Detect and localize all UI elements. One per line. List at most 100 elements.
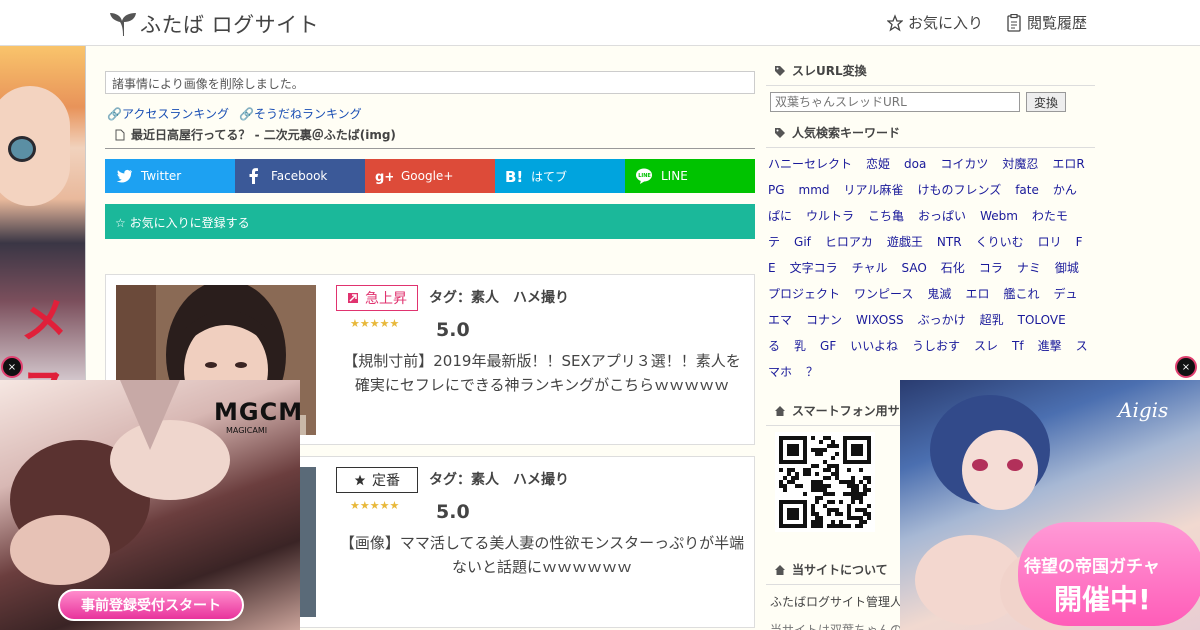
keyword-link[interactable]: ロリ	[1038, 235, 1062, 249]
ranking-links: 🔗アクセスランキング 🔗そうだねランキング	[107, 105, 362, 122]
keyword-link[interactable]: 進撃	[1038, 339, 1062, 353]
right-overlay-ad[interactable]: Aigis 待望の帝国ガチャ 開催中!	[900, 380, 1200, 630]
history-icon	[1007, 13, 1021, 32]
svg-text:LINE: LINE	[638, 173, 651, 179]
smartphone-heading: スマートフォン用サ	[766, 396, 916, 426]
keyword-link[interactable]: SAO	[902, 261, 927, 275]
site-name: ふたば ログサイト	[140, 13, 320, 37]
keyword-link[interactable]: ハニーセレクト	[768, 157, 852, 171]
favorites-label: お気に入り	[908, 14, 984, 32]
sprout-icon	[110, 13, 136, 36]
article-tags[interactable]: タグ：素人 ハメ撮り	[429, 469, 569, 489]
keyword-link[interactable]: けものフレンズ	[917, 183, 1001, 197]
document-icon	[115, 129, 125, 140]
keyword-link[interactable]: 艦これ	[1003, 287, 1039, 301]
home-icon	[775, 405, 785, 416]
keyword-cloud: ハニーセレクト 恋姫 doa コイカツ 対魔忍 エロRPG mmd リアル麻雀 けものフレンズ f…	[768, 151, 1088, 385]
keyword-link[interactable]: リアル麻雀	[844, 183, 904, 197]
keyword-link[interactable]: コイカツ	[940, 157, 988, 171]
svg-text:g+: g+	[375, 170, 393, 185]
url-convert-heading: スレURL変換	[766, 56, 1095, 86]
home-icon	[775, 564, 785, 575]
keyword-link[interactable]: Tf	[1012, 339, 1024, 353]
thread-url-input[interactable]	[770, 92, 1020, 112]
keyword-link[interactable]: コラ	[979, 261, 1003, 275]
about-heading: 当サイトについて	[766, 555, 906, 585]
source-thread-line[interactable]: 最近日高屋行ってる？ - 二次元裏＠ふたば(img)	[115, 126, 396, 143]
keyword-link[interactable]: ぶっかけ	[918, 313, 966, 327]
keyword-link[interactable]: エロ	[965, 287, 989, 301]
keyword-link[interactable]: GF	[820, 339, 836, 353]
keyword-link[interactable]: コナン	[806, 313, 842, 327]
share-google-plus-button[interactable]: g+ Google+	[365, 159, 495, 193]
keyword-link[interactable]: 乳	[794, 339, 806, 353]
keyword-link[interactable]: 文字コラ	[790, 261, 838, 275]
ad-promo-line-1: 待望の帝国ガチャ	[1024, 557, 1160, 577]
qr-code	[775, 432, 875, 532]
about-text: ふたばログサイト管理人	[770, 595, 903, 609]
history-label: 閲覧履歴	[1027, 14, 1088, 32]
ad-character-eye	[8, 136, 36, 162]
site-logo[interactable]: ふたば ログサイト	[108, 9, 319, 39]
hatena-icon: B!	[505, 168, 523, 185]
keyword-link[interactable]: ヒロアカ	[825, 235, 873, 249]
share-twitter-button[interactable]: Twitter	[105, 159, 235, 193]
keyword-link[interactable]: doa	[904, 157, 926, 171]
keyword-link[interactable]: 対魔忍	[1002, 157, 1038, 171]
source-thread-title: 最近日高屋行ってる？ - 二次元裏＠ふたば(img)	[131, 128, 396, 142]
keyword-link[interactable]: 遊戯王	[887, 235, 923, 249]
keyword-link[interactable]: ワンピース	[854, 287, 913, 301]
keyword-link[interactable]: 石化	[941, 261, 965, 275]
rating-score: 5.0	[436, 501, 470, 523]
close-right-ad-button[interactable]: ×	[1175, 356, 1197, 378]
keyword-link[interactable]: mmd	[799, 183, 830, 197]
keyword-link[interactable]: ウルトラ	[806, 209, 854, 223]
standard-badge: 定番	[336, 467, 418, 493]
svg-text:B!: B!	[505, 168, 523, 185]
close-left-ad-button[interactable]: ×	[1, 356, 23, 378]
keyword-link[interactable]: うしおす	[912, 339, 960, 353]
keyword-link[interactable]: 超乳	[980, 313, 1004, 327]
keyword-link[interactable]: スレ	[974, 339, 998, 353]
share-line-button[interactable]: LINE LINE	[625, 159, 755, 193]
keyword-link[interactable]: くりいむ	[976, 235, 1024, 249]
tag-icon	[775, 65, 785, 76]
ad-banner-text: メス	[20, 293, 69, 386]
keyword-link[interactable]: Webm	[980, 209, 1018, 223]
ad-logo: MGCM	[214, 398, 300, 426]
sidebar: スレURL変換 変換 人気検索キーワード	[766, 56, 1095, 148]
left-overlay-ad[interactable]: MGCM MAGICAMI 事前登録受付スタート	[0, 380, 300, 630]
site-header: ふたば ログサイト お気に入り 閲覧履歴	[0, 0, 1200, 46]
ad-preregister-button[interactable]: 事前登録受付スタート	[58, 589, 244, 621]
article-title[interactable]: 【画像】ママ活してる美人妻の性欲モンスターっぷりが半端ないと話題にｗｗｗｗｗｗ	[338, 531, 746, 579]
keyword-link[interactable]: 恋姫	[866, 157, 890, 171]
share-hatena-button[interactable]: B! はてブ	[495, 159, 625, 193]
keyword-link[interactable]: fate	[1015, 183, 1039, 197]
article-title[interactable]: 【規制寸前】2019年最新版！！SEXアプリ３選！！素人を確実にセフレにできる神…	[338, 349, 746, 397]
favorites-link[interactable]: お気に入り	[887, 12, 983, 33]
keyword-link[interactable]: チャル	[852, 261, 888, 275]
keyword-link[interactable]: 鬼滅	[927, 287, 951, 301]
article-tags[interactable]: タグ：素人 ハメ撮り	[429, 287, 569, 307]
add-favorite-button[interactable]: ☆ お気に入りに登録する	[105, 204, 755, 239]
sodane-ranking-link[interactable]: 🔗そうだねランキング	[239, 105, 362, 122]
keyword-link[interactable]: NTR	[937, 235, 962, 249]
keyword-link[interactable]: こち亀	[868, 209, 904, 223]
rating-score: 5.0	[436, 319, 470, 341]
keyword-link[interactable]: ？	[806, 365, 818, 379]
ad-promo-line-2: 開催中!	[1054, 583, 1151, 616]
divider	[105, 148, 755, 149]
rating-stars: ★★★★★	[350, 317, 400, 330]
ad-logo: Aigis	[1118, 398, 1169, 422]
keyword-link[interactable]: WIXOSS	[856, 313, 904, 327]
keyword-link[interactable]: おっぱい	[918, 209, 966, 223]
keyword-link[interactable]: いいよね	[850, 339, 898, 353]
keyword-link[interactable]: Gif	[794, 235, 811, 249]
share-facebook-button[interactable]: Facebook	[235, 159, 365, 193]
rating-stars: ★★★★★	[350, 499, 400, 512]
access-ranking-link[interactable]: 🔗アクセスランキング	[107, 105, 229, 122]
history-link[interactable]: 閲覧履歴	[1006, 12, 1087, 33]
convert-button[interactable]: 変換	[1026, 92, 1067, 112]
left-side-ad[interactable]: メス	[0, 46, 86, 386]
keyword-link[interactable]: ナミ	[1017, 261, 1041, 275]
